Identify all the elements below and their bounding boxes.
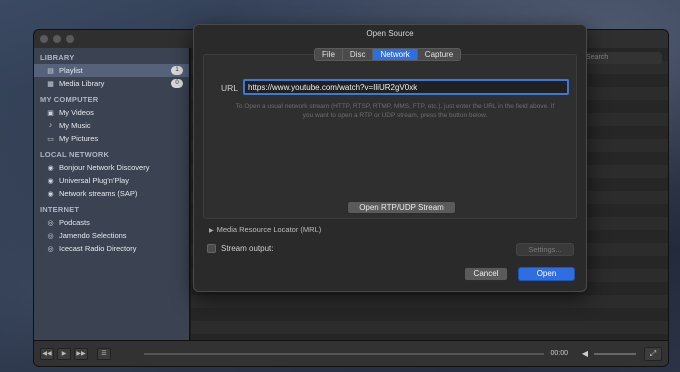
sidebar-item-label: Universal Plug'n'Play <box>59 176 129 185</box>
sidebar-item-label: My Pictures <box>59 134 99 143</box>
media-library-icon: ▦ <box>47 80 54 88</box>
progress-slider[interactable] <box>144 353 544 355</box>
music-note-icon: ♪ <box>48 122 53 129</box>
settings-button[interactable]: Settings... <box>516 243 574 256</box>
sidebar-section-local-network: LOCAL NETWORK <box>40 150 110 159</box>
network-icon: ◉ <box>47 177 54 185</box>
tab-file[interactable]: File <box>315 49 343 60</box>
playlist-toggle-button[interactable]: ☰ <box>97 347 111 360</box>
network-icon: ◉ <box>47 164 54 172</box>
play-button[interactable]: ▶ <box>57 347 71 360</box>
stream-output-label: Stream output: <box>221 244 274 253</box>
help-text: To Open a usual network stream (HTTP, RT… <box>235 103 555 119</box>
tab-disc[interactable]: Disc <box>343 49 374 60</box>
sidebar: LIBRARY ▤ Playlist 1 ▦ Media Library 0 M… <box>34 48 190 342</box>
sidebar-item-jamendo[interactable]: ◎ Jamendo Selections <box>34 229 189 242</box>
sidebar-item-my-pictures[interactable]: ▭ My Pictures <box>34 132 189 145</box>
sidebar-item-bonjour[interactable]: ◉ Bonjour Network Discovery <box>34 161 189 174</box>
podcast-icon: ◎ <box>47 219 54 227</box>
podcast-icon: ◎ <box>47 232 54 240</box>
time-display: 00:00 <box>550 350 568 357</box>
open-rtp-udp-button[interactable]: Open RTP/UDP Stream <box>347 201 456 214</box>
next-button[interactable]: ▶▶ <box>74 347 88 360</box>
sidebar-item-my-music[interactable]: ♪ My Music <box>34 119 189 132</box>
sidebar-item-playlist[interactable]: ▤ Playlist 1 <box>34 64 189 77</box>
sidebar-section-my-computer: MY COMPUTER <box>40 95 99 104</box>
sidebar-item-podcasts[interactable]: ◎ Podcasts <box>34 216 189 229</box>
cancel-button[interactable]: Cancel <box>464 267 508 281</box>
mrl-disclosure[interactable]: ▶ Media Resource Locator (MRL) <box>209 225 321 234</box>
sidebar-item-sap[interactable]: ◉ Network streams (SAP) <box>34 187 189 200</box>
sidebar-item-label: Podcasts <box>59 218 90 227</box>
close-window-button[interactable] <box>40 35 48 43</box>
sidebar-section-library: LIBRARY <box>40 53 75 62</box>
sidebar-item-label: Playlist <box>59 66 83 75</box>
network-panel: URL To Open a usual network stream (HTTP… <box>203 54 577 219</box>
search-field[interactable]: Search <box>582 52 662 64</box>
sidebar-section-internet: INTERNET <box>40 205 80 214</box>
count-badge: 0 <box>171 79 183 88</box>
url-input[interactable] <box>243 79 569 95</box>
sidebar-item-label: Jamendo Selections <box>59 231 127 240</box>
playback-controls: ◀◀ ▶ ▶▶ ☰ 00:00 ◀ ⤢ <box>34 340 668 366</box>
mrl-label: Media Resource Locator (MRL) <box>216 225 322 234</box>
sidebar-item-my-videos[interactable]: ▣ My Videos <box>34 106 189 119</box>
open-source-dialog: Open Source URL To Open a usual network … <box>193 24 587 292</box>
tab-capture[interactable]: Capture <box>418 49 460 60</box>
sidebar-item-media-library[interactable]: ▦ Media Library 0 <box>34 77 189 90</box>
disclosure-triangle-icon: ▶ <box>209 228 214 234</box>
sidebar-item-upnp[interactable]: ◉ Universal Plug'n'Play <box>34 174 189 187</box>
fullscreen-button[interactable]: ⤢ <box>644 346 662 361</box>
film-icon: ▣ <box>47 109 54 117</box>
previous-button[interactable]: ◀◀ <box>40 347 54 360</box>
source-tabs: File Disc Network Capture <box>314 48 462 61</box>
stream-output-checkbox[interactable] <box>207 244 216 253</box>
volume-slider[interactable] <box>594 353 636 355</box>
playlist-icon: ▤ <box>47 67 54 75</box>
tab-network[interactable]: Network <box>373 49 418 60</box>
picture-icon: ▭ <box>47 135 54 143</box>
sidebar-item-label: Network streams (SAP) <box>59 189 138 198</box>
sidebar-item-label: Media Library <box>59 79 105 88</box>
sidebar-item-icecast[interactable]: ◎ Icecast Radio Directory <box>34 242 189 255</box>
count-badge: 1 <box>171 66 183 75</box>
podcast-icon: ◎ <box>47 245 54 253</box>
stream-output-row: Stream output: <box>207 244 273 253</box>
dialog-title: Open Source <box>366 29 414 38</box>
sidebar-item-label: My Music <box>59 121 91 130</box>
zoom-window-button[interactable] <box>66 35 74 43</box>
url-label: URL <box>221 83 239 93</box>
minimize-window-button[interactable] <box>53 35 61 43</box>
volume-icon[interactable]: ◀ <box>582 349 588 358</box>
sidebar-item-label: Icecast Radio Directory <box>59 244 137 253</box>
open-button[interactable]: Open <box>518 267 575 281</box>
sidebar-item-label: My Videos <box>59 108 94 117</box>
network-icon: ◉ <box>47 190 54 198</box>
sidebar-item-label: Bonjour Network Discovery <box>59 163 150 172</box>
